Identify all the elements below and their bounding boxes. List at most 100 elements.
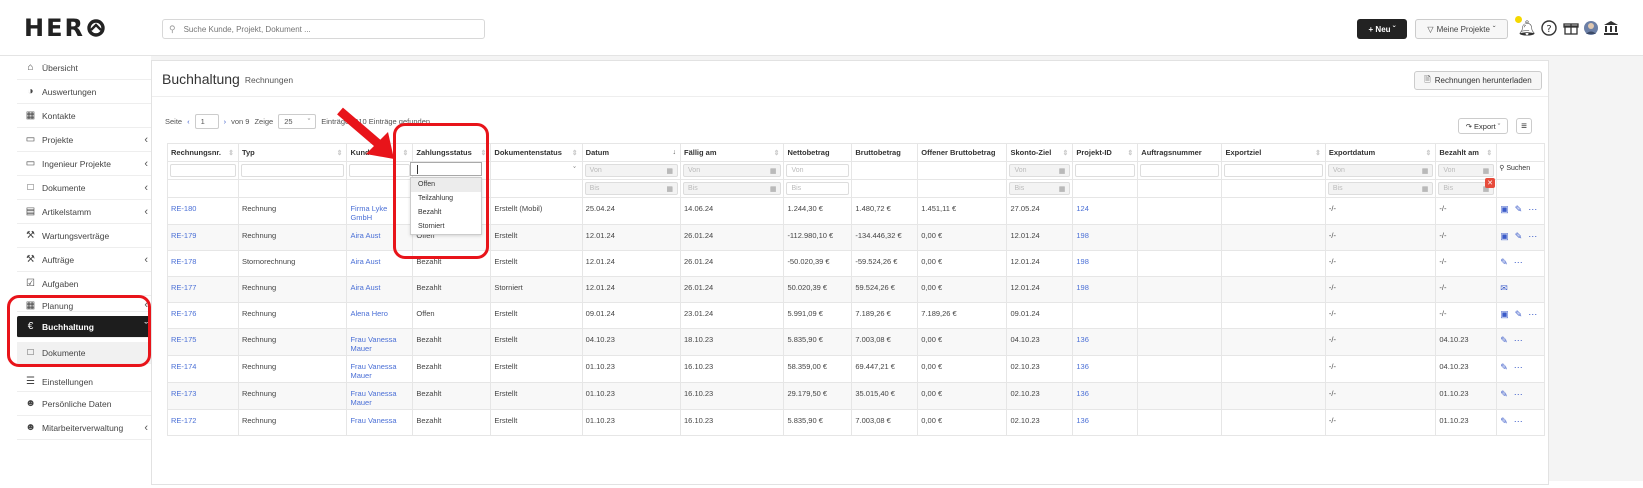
per-page-select[interactable]: 25 ˇ [278,114,317,129]
edit-icon[interactable]: ✎ [1515,231,1523,242]
sidebar-item-uebersicht[interactable]: ⌂ Übersicht [17,56,158,80]
col-bezahlt-am[interactable]: Bezahlt am ⇕ [1435,143,1498,162]
filter-auftragsnummer[interactable] [1140,164,1220,177]
cell-projekt[interactable]: 124 [1072,197,1139,225]
cell-nr[interactable]: RE-172 [167,409,239,436]
search-filter-button[interactable]: ⚲ Suchen [1499,164,1542,173]
cell-projekt[interactable]: 198 [1072,224,1139,251]
edit-icon[interactable]: ✎ [1515,309,1523,320]
table-row[interactable]: RE-180 Rechnung Firma Lyke GmbH Erstellt (M… [167,197,1545,225]
edit-icon[interactable]: ✎ [1500,389,1508,400]
more-icon[interactable]: ⋯ [1528,309,1537,320]
cell-projekt[interactable]: 136 [1072,328,1139,356]
sidebar-item-auswertungen[interactable]: ◑ Auswertungen [17,80,158,104]
edit-icon[interactable]: ✎ [1500,416,1508,427]
sidebar-item-einstellungen[interactable]: ☰ Einstellungen [17,364,158,392]
sidebar-item-artikelstamm[interactable]: ▤ Artikelstamm ‹ [17,200,158,224]
avatar[interactable] [1581,17,1601,39]
hero-logo[interactable]: HER [24,14,107,42]
cell-kunde[interactable]: Alena Hero [346,302,414,329]
sidebar-item-ingenieur-projekte[interactable]: ▭ Ingenieur Projekte ‹ [17,152,158,176]
cell-nr[interactable]: RE-178 [167,250,239,277]
filter-datum-bis[interactable]: Bis ▦ [584,182,679,195]
table-row[interactable]: RE-174 Rechnung Frau Vanessa Mauer Bezahlt E… [167,355,1545,383]
table-row[interactable]: RE-177 Rechnung Aira Aust Bezahlt Storniert 1… [167,276,1545,303]
col-offener-bruttobetrag[interactable]: Offener Bruttobetrag [917,143,1008,162]
gift-icon[interactable] [1561,17,1581,39]
more-icon[interactable]: ⋯ [1514,416,1523,427]
view-icon[interactable]: ▣ [1500,309,1509,320]
cell-projekt[interactable] [1072,302,1139,329]
cell-nr[interactable]: RE-177 [167,276,239,303]
col-datum[interactable]: Datum ↓ [581,143,682,162]
view-icon[interactable]: ▣ [1500,204,1509,215]
cell-nr[interactable]: RE-173 [167,382,239,410]
cell-projekt[interactable]: 136 [1072,409,1139,436]
col-projekt-id[interactable]: Projekt-ID ⇕ [1072,143,1139,162]
cell-nr[interactable]: RE-179 [167,224,239,251]
filter-typ[interactable] [240,164,345,177]
col-rechnungsnr[interactable]: Rechnungsnr. ⇕ [167,143,239,162]
filter-exportziel[interactable] [1224,164,1323,177]
cell-kunde[interactable]: Aira Aust [346,276,414,303]
more-icon[interactable]: ⋯ [1514,257,1523,268]
cell-kunde[interactable]: Frau Vanessa [346,409,414,436]
filter-projekt-id[interactable] [1075,164,1136,177]
filter-rechnungsnr[interactable] [170,164,236,177]
mail-icon[interactable]: ✉ [1500,283,1508,294]
edit-icon[interactable]: ✎ [1515,204,1523,215]
sidebar-item-mitarbeiterverwaltung[interactable]: ☻ Mitarbeiterverwaltung ‹ [17,416,158,440]
cell-nr[interactable]: RE-176 [167,302,239,329]
filter-dokumentenstatus[interactable]: ˇ [493,164,580,177]
table-row[interactable]: RE-173 Rechnung Frau Vanessa Mauer Bezahlt E… [167,382,1545,410]
col-faellig-am[interactable]: Fällig am ⇕ [680,143,785,162]
export-button[interactable]: ↷ Export ˇ [1458,118,1508,134]
filter-datum-von[interactable]: Von ▦ [584,164,679,177]
table-row[interactable]: RE-179 Rechnung Aira Aust Offen Erstellt 12.0… [167,224,1545,251]
sidebar-item-aufgaben[interactable]: ☑ Aufgaben [17,272,158,296]
table-row[interactable]: RE-178 Stornorechnung Aira Aust Bezahlt Erst… [167,250,1545,277]
sidebar-item-kontakte[interactable]: ▦ Kontakte [17,104,158,128]
edit-icon[interactable]: ✎ [1500,335,1508,346]
cell-nr[interactable]: RE-174 [167,355,239,383]
cell-nr[interactable]: RE-180 [167,197,239,225]
filter-exportdatum-von[interactable]: Von ▦ [1327,164,1434,177]
search-input[interactable] [183,24,464,34]
cell-kunde[interactable]: Frau Vanessa Mauer [346,328,414,356]
col-auftragsnummer[interactable]: Auftragsnummer [1137,143,1223,162]
global-search[interactable]: ⚲ [162,19,485,39]
more-icon[interactable]: ⋯ [1514,389,1523,400]
sidebar-item-persoenliche-daten[interactable]: ☻ Persönliche Daten [17,392,158,416]
edit-icon[interactable]: ✎ [1500,257,1508,268]
filter-faellig-bis[interactable]: Bis ▦ [683,182,782,195]
filter-bezahlt-von[interactable]: Von ▦ [1438,164,1495,177]
cell-projekt[interactable]: 198 [1072,250,1139,277]
col-dokumentenstatus[interactable]: Dokumentenstatus ⇕ [490,143,583,162]
new-button[interactable]: + Neu ˇ [1357,19,1407,39]
my-projects-select[interactable]: ▽ Meine Projekte ˇ [1415,19,1508,39]
more-icon[interactable]: ⋯ [1528,231,1537,242]
column-menu-button[interactable]: ≡ [1516,118,1532,134]
sidebar-item-projekte[interactable]: ▭ Projekte ‹ [17,128,158,152]
filter-skonto-von[interactable]: Von ▦ [1009,164,1071,177]
col-typ[interactable]: Typ ⇕ [237,143,348,162]
col-nettobetrag[interactable]: Nettobetrag [783,143,853,162]
more-icon[interactable]: ⋯ [1528,204,1537,215]
page-input[interactable]: 1 [194,114,219,129]
filter-netto-bis[interactable]: Bis [786,182,850,195]
cell-projekt[interactable]: 198 [1072,276,1139,303]
help-icon[interactable]: ? [1539,17,1559,39]
sidebar-item-dokumente[interactable]: □ Dokumente ‹ [17,176,158,200]
download-invoices-button[interactable]: 🗎︎ Rechnungen herunterladen [1414,71,1542,90]
table-row[interactable]: RE-172 Rechnung Frau Vanessa Bezahlt Erstell… [167,409,1545,436]
sidebar-item-auftraege[interactable]: ⚒ Aufträge ‹ [17,248,158,272]
filter-faellig-von[interactable]: Von ▦ [683,164,782,177]
filter-skonto-bis[interactable]: Bis ▦ [1009,182,1071,195]
cell-projekt[interactable]: 136 [1072,382,1139,410]
more-icon[interactable]: ⋯ [1514,335,1523,346]
next-page-icon[interactable]: › [224,117,227,126]
cell-projekt[interactable]: 136 [1072,355,1139,383]
filter-netto-von[interactable]: Von [786,164,850,177]
prev-page-icon[interactable]: ‹ [187,117,190,126]
col-bruttobetrag[interactable]: Bruttobetrag [851,143,919,162]
